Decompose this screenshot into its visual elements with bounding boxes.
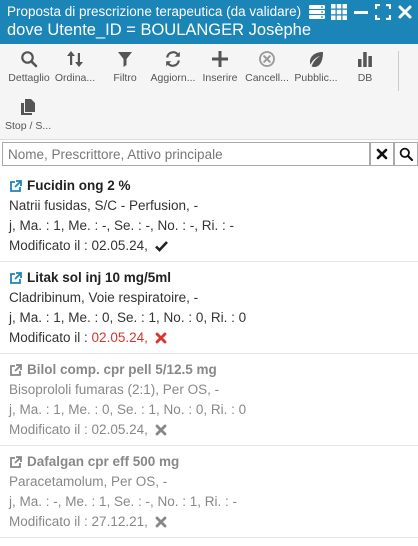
search-button[interactable] — [394, 142, 418, 166]
window-subtitle: dove Utente_ID = BOULANGER Josèphe — [7, 21, 312, 39]
item-dosage: j, Ma. : -, Me. : 1, Se. : -, No. : 1, R… — [9, 494, 238, 509]
refresh-button[interactable]: Aggiorn... — [150, 47, 196, 93]
modified-label: Modificato il : — [9, 238, 88, 253]
item-dosage: j, Ma. : 1, Me. : 0, Se. : 1, No. : 0, R… — [9, 310, 247, 325]
clear-search-button[interactable] — [370, 142, 394, 166]
filter-button[interactable]: Filtro — [102, 47, 148, 93]
detail-button[interactable]: Dettaglio — [6, 47, 52, 93]
external-link-icon[interactable] — [9, 455, 22, 469]
item-modified: Modificato il : 02.05.24, — [9, 420, 409, 440]
delete-button-label: Cancell... — [245, 72, 289, 84]
list-item[interactable]: Dafalgan cpr eff 500 mg Paracetamolum, P… — [0, 446, 418, 538]
item-modified: Modificato il : 02.05.24, — [9, 236, 409, 256]
toolbar-row: Stop / S... — [0, 95, 418, 141]
plus-icon — [197, 47, 243, 71]
modified-date: 02.05.24, — [91, 238, 148, 253]
item-dosage: j, Ma. : 1, Me. : 0, Se. : 1, No. : 0, R… — [9, 402, 247, 417]
server-icon[interactable] — [308, 3, 326, 21]
external-link-icon[interactable] — [9, 363, 22, 377]
item-detail: Paracetamolum, Per OS, - — [9, 474, 168, 489]
delete-icon — [244, 47, 290, 71]
item-name: Dafalgan cpr eff 500 mg — [27, 454, 180, 469]
modified-label: Modificato il : — [9, 422, 88, 437]
item-detail: Natrii fusidas, S/C - Perfusion, - — [9, 198, 199, 213]
external-link-icon[interactable] — [9, 179, 22, 193]
maximize-icon[interactable] — [374, 3, 392, 21]
list-item[interactable]: Fucidin ong 2 % Natrii fusidas, S/C - Pe… — [0, 170, 418, 262]
refresh-button-label: Aggiorn... — [150, 72, 196, 84]
insert-button-label: Inserire — [202, 72, 238, 84]
item-name: Bilol comp. cpr pell 5/12.5 mg — [27, 362, 217, 377]
toolbar: Dettaglio Ordina... Filtro Aggiorn... In… — [0, 44, 418, 140]
cross-icon — [155, 516, 167, 528]
close-icon — [376, 148, 388, 160]
publish-button[interactable]: Pubblic... — [293, 47, 339, 93]
toolbar-divider — [398, 51, 399, 91]
modified-label: Modificato il : — [9, 514, 88, 529]
cross-icon — [155, 332, 167, 344]
leaf-icon — [293, 47, 339, 71]
window-titlebar: Proposta di prescrizione terapeutica (da… — [0, 0, 418, 44]
bar-chart-icon — [342, 47, 388, 71]
insert-button[interactable]: Inserire — [197, 47, 243, 93]
delete-button[interactable]: Cancell... — [244, 47, 290, 93]
search-icon — [399, 147, 413, 161]
item-dosage: j, Ma. : 1, Me. : -, Se. : -, No. : -, R… — [9, 218, 235, 233]
filter-button-label: Filtro — [113, 72, 137, 84]
stop-button-label: Stop / S... — [5, 120, 52, 132]
sort-icon — [52, 47, 98, 71]
check-icon — [154, 241, 168, 252]
filter-icon — [102, 47, 148, 71]
item-name: Fucidin ong 2 % — [27, 178, 131, 193]
window-title: Proposta di prescrizione terapeutica (da… — [7, 4, 302, 19]
prescription-list: Fucidin ong 2 % Natrii fusidas, S/C - Pe… — [0, 170, 418, 546]
modified-date: 02.05.24, — [91, 330, 148, 345]
copy-icon — [5, 95, 51, 119]
item-modified: Modificato il : 02.05.24, — [9, 328, 409, 348]
db-button[interactable]: DB — [342, 47, 388, 93]
search-input[interactable] — [2, 142, 370, 166]
list-item[interactable]: Litak sol inj 10 mg/5ml Cladribinum, Voi… — [0, 262, 418, 354]
modified-date: 27.12.21, — [91, 514, 148, 529]
sort-button[interactable]: Ordina... — [52, 47, 98, 93]
modified-date: 02.05.24, — [91, 422, 148, 437]
detail-button-label: Dettaglio — [8, 72, 50, 84]
item-name: Litak sol inj 10 mg/5ml — [27, 270, 172, 285]
stop-button[interactable]: Stop / S... — [5, 95, 51, 141]
close-icon[interactable] — [396, 3, 414, 21]
item-detail: Bisoprololi fumaras (2:1), Per OS, - — [9, 382, 220, 397]
window-controls — [308, 3, 414, 21]
refresh-icon — [150, 47, 196, 71]
grid-icon[interactable] — [330, 3, 348, 21]
db-button-label: DB — [357, 72, 373, 84]
external-link-icon[interactable] — [9, 271, 22, 285]
cross-icon — [155, 424, 167, 436]
modified-label: Modificato il : — [9, 330, 88, 345]
toolbar-row: Dettaglio Ordina... Filtro Aggiorn... In… — [0, 47, 418, 93]
item-detail: Cladribinum, Voie respiratoire, - — [9, 290, 199, 305]
minimize-icon[interactable] — [352, 3, 370, 21]
search-bar — [0, 142, 418, 166]
publish-button-label: Pubblic... — [294, 72, 338, 84]
list-item[interactable]: Bilol comp. cpr pell 5/12.5 mg Bisoprolo… — [0, 354, 418, 446]
item-modified: Modificato il : 27.12.21, — [9, 512, 409, 532]
sort-button-label: Ordina... — [54, 72, 96, 84]
search-icon — [6, 47, 52, 71]
